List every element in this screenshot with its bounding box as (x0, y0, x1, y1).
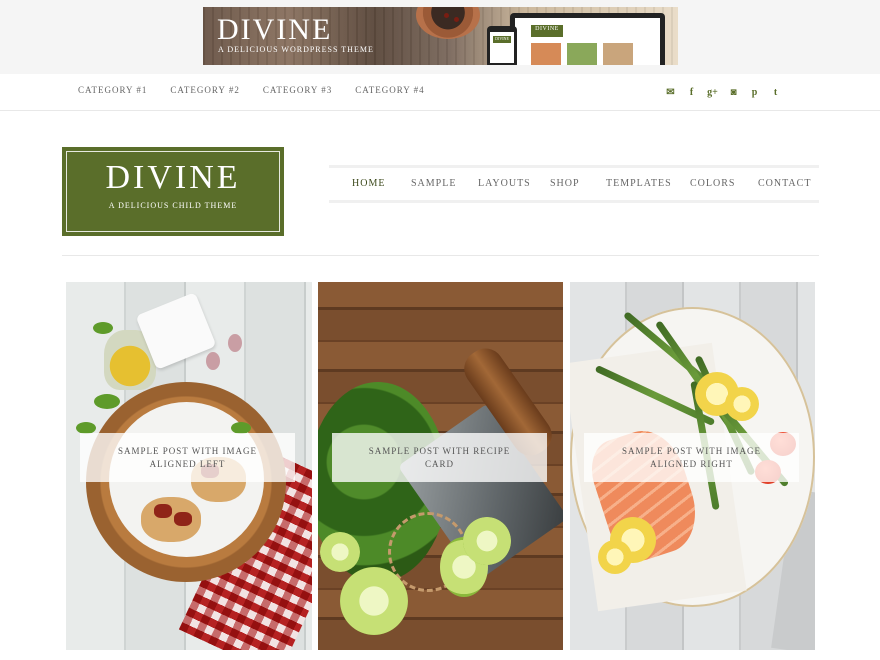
banner-phone-mockup: DIVINE (487, 26, 517, 65)
post-image-lemon (598, 540, 632, 574)
social-icons: ✉ f g+ ◙ p t (660, 86, 786, 99)
banner-phone-logo: DIVINE (493, 36, 511, 43)
post-image-basil-leaf (94, 394, 120, 409)
post-image-lime (463, 517, 511, 565)
nav-item-shop[interactable]: SHOP (550, 178, 580, 189)
banner-peppercorn (454, 17, 459, 22)
post-title[interactable]: SAMPLE POST WITH RECIPE CARD (354, 445, 525, 471)
banner-ad[interactable]: DIVINE A DELICIOUS WORDPRESS THEME DIVIN… (203, 7, 678, 65)
post-title-overlay: SAMPLE POST WITH RECIPE CARD (332, 433, 547, 482)
banner-laptop-tile (531, 43, 561, 65)
banner-phone-logo-text: DIVINE (495, 36, 509, 41)
banner-laptop-logo-text: DIVINE (535, 26, 559, 32)
category-link-3[interactable]: CATEGORY #3 (263, 85, 332, 95)
category-link-1[interactable]: CATEGORY #1 (78, 85, 147, 95)
banner-phone-screen: DIVINE (490, 32, 514, 63)
banner-laptop-tile (603, 43, 633, 65)
post-image-tomato (154, 504, 172, 518)
post-title-overlay: SAMPLE POST WITH IMAGE ALIGNED RIGHT (584, 433, 799, 482)
post-title[interactable]: SAMPLE POST WITH IMAGE ALIGNED LEFT (102, 445, 273, 471)
twitter-icon[interactable]: t (765, 86, 786, 99)
site-logo-title: DIVINE (105, 159, 241, 196)
banner-title: DIVINE (217, 13, 333, 46)
category-link-4[interactable]: CATEGORY #4 (355, 85, 424, 95)
nav-item-sample[interactable]: SAMPLE (411, 178, 456, 189)
nav-item-home[interactable]: HOME (352, 178, 385, 189)
featured-post-2[interactable]: SAMPLE POST WITH RECIPE CARD (318, 282, 563, 650)
nav-item-layouts[interactable]: LAYOUTS (478, 178, 531, 189)
post-image-garlic (228, 334, 242, 352)
post-title[interactable]: SAMPLE POST WITH IMAGE ALIGNED RIGHT (606, 445, 777, 471)
instagram-icon[interactable]: ◙ (723, 86, 744, 99)
banner-peppercorn (444, 13, 449, 18)
header-divider (62, 255, 819, 256)
post-image-lime (340, 567, 408, 635)
site-logo[interactable]: DIVINE A DELICIOUS CHILD THEME (62, 147, 284, 236)
banner-laptop-logo: DIVINE (531, 25, 563, 37)
pinterest-icon[interactable]: p (744, 86, 765, 99)
post-image-tomato (174, 512, 192, 526)
category-menu: CATEGORY #1 CATEGORY #2 CATEGORY #3 CATE… (78, 85, 448, 95)
category-link-2[interactable]: CATEGORY #2 (170, 85, 239, 95)
post-image-lemon (725, 387, 759, 421)
post-image-lime (320, 532, 360, 572)
featured-post-1[interactable]: SAMPLE POST WITH IMAGE ALIGNED LEFT (66, 282, 312, 650)
featured-post-3[interactable]: SAMPLE POST WITH IMAGE ALIGNED RIGHT (570, 282, 815, 650)
google-plus-icon[interactable]: g+ (702, 86, 723, 99)
facebook-icon[interactable]: f (681, 86, 702, 99)
banner-laptop-mockup: DIVINE (510, 13, 665, 65)
nav-item-colors[interactable]: COLORS (690, 178, 735, 189)
primary-nav: HOME SAMPLE LAYOUTS SHOP TEMPLATES COLOR… (329, 165, 819, 203)
banner-laptop-screen: DIVINE (515, 18, 660, 65)
email-icon[interactable]: ✉ (660, 86, 681, 99)
site-logo-subtitle: A DELICIOUS CHILD THEME (108, 201, 238, 210)
banner-laptop-tile (567, 43, 597, 65)
post-image-bruschetta (141, 497, 201, 542)
banner-subtitle: A DELICIOUS WORDPRESS THEME (218, 45, 374, 54)
top-banner-strip: DIVINE A DELICIOUS WORDPRESS THEME DIVIN… (0, 0, 880, 74)
post-image-garlic (206, 352, 220, 370)
category-bar: CATEGORY #1 CATEGORY #2 CATEGORY #3 CATE… (0, 74, 880, 111)
post-image-basil-leaf (93, 322, 113, 334)
post-title-overlay: SAMPLE POST WITH IMAGE ALIGNED LEFT (80, 433, 295, 482)
nav-item-templates[interactable]: TEMPLATES (606, 178, 672, 189)
nav-item-contact[interactable]: CONTACT (758, 178, 811, 189)
